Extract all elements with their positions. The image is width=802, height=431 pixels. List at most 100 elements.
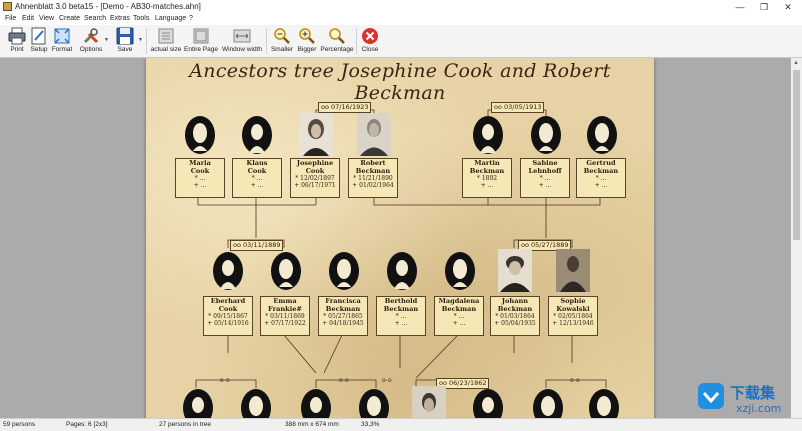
person-first-name: Johann <box>501 297 529 305</box>
options-dropdown-icon[interactable]: ▼ <box>104 37 109 43</box>
person-first-name: Francisca <box>325 297 361 305</box>
male-silhouette-icon <box>213 252 243 290</box>
menu-extras[interactable]: Extras <box>110 15 130 22</box>
marriage-unknown-label: o-o <box>382 377 392 384</box>
person-card[interactable]: Francisca Beckman * 05/27/1865 + 04/18/1… <box>318 296 368 336</box>
vertical-scrollbar[interactable]: ▲ <box>791 58 802 418</box>
menu-edit[interactable]: Edit <box>22 15 34 22</box>
close-icon <box>362 28 378 44</box>
status-bar: 59 persons Pages: 6 [2x3] 27 persons in … <box>0 418 802 431</box>
window-title: Ahnenblatt 3.0 beta15 - [Demo - AB30-mat… <box>15 2 201 11</box>
person-last-name: Kowalski <box>556 305 590 313</box>
person-death: + ... <box>594 182 608 189</box>
marriage-date-label: oo 03/05/1913 <box>491 102 545 113</box>
status-zoom: 33,3% <box>361 421 380 428</box>
menu-tools[interactable]: Tools <box>133 15 149 22</box>
portrait-photo <box>498 249 532 292</box>
person-card[interactable]: Magdalena Beckman * ... + ... <box>434 296 484 336</box>
actual-size-button[interactable]: actual size <box>150 26 182 56</box>
person-card[interactable]: Maria Cook * ... + ... <box>175 158 225 198</box>
person-last-name: Cook <box>190 167 210 175</box>
person-birth: * 02/05/1864 <box>553 313 593 320</box>
watermark-domain: xzji.com <box>736 402 781 415</box>
person-card[interactable]: Sophie Kowalski * 02/05/1864 + 12/13/194… <box>548 296 598 336</box>
person-death: + 05/04/1935 <box>494 320 536 327</box>
portrait-photo <box>556 249 590 292</box>
person-birth: * 12/02/1897 <box>295 175 335 182</box>
close-window-button[interactable]: ✕ <box>778 1 798 13</box>
window-width-button[interactable]: Window width <box>220 26 264 56</box>
smaller-button[interactable]: Smaller <box>270 26 294 56</box>
person-card[interactable]: Eberhard Cook * 09/15/1867 + 05/14/1916 <box>203 296 253 336</box>
person-card[interactable]: Emma Frankie# * 03/11/1869 + 07/17/1922 <box>260 296 310 336</box>
toolbar-separator <box>146 28 147 54</box>
app-icon <box>3 2 12 11</box>
scroll-up-icon[interactable]: ▲ <box>793 60 799 66</box>
portrait-photo <box>299 113 333 156</box>
percentage-button[interactable]: Percentage <box>320 26 354 56</box>
marriage-date-label: oo 03/11/1889 <box>230 240 284 251</box>
menu-language[interactable]: Language <box>155 15 186 22</box>
person-death: + ... <box>394 320 408 327</box>
person-card[interactable]: Johann Beckman * 01/03/1864 + 05/04/1935 <box>490 296 540 336</box>
zoom-percent-icon <box>329 28 345 44</box>
menu-file[interactable]: File <box>5 15 16 22</box>
portrait-photo <box>412 386 446 418</box>
setup-button[interactable]: Setup <box>29 26 49 56</box>
person-last-name: Cook <box>305 167 325 175</box>
person-birth: * ... <box>194 175 206 182</box>
menu-bar: File Edit View Create Search Extras Tool… <box>0 14 802 25</box>
female-silhouette-icon <box>241 389 271 418</box>
format-button[interactable]: Format <box>50 26 74 56</box>
person-card[interactable]: Gertrud Beckman * ... + ... <box>576 158 626 198</box>
options-button[interactable]: Options <box>78 26 104 56</box>
floppy-disk-icon <box>116 27 134 45</box>
bigger-button[interactable]: Bigger <box>296 26 318 56</box>
female-silhouette-icon <box>589 389 619 418</box>
entire-page-button[interactable]: Entire Page <box>184 26 218 56</box>
page-setup-icon <box>31 27 46 45</box>
person-birth: * 05/27/1865 <box>323 313 363 320</box>
menu-create[interactable]: Create <box>59 15 80 22</box>
person-birth: * 01/03/1864 <box>495 313 535 320</box>
person-card[interactable]: Sabine Lehnhoff * ... + ... <box>520 158 570 198</box>
female-silhouette-icon <box>533 389 563 418</box>
maximize-button[interactable]: ❐ <box>754 1 774 13</box>
person-card[interactable]: Klaus Cook * ... + ... <box>232 158 282 198</box>
person-last-name: Beckman <box>583 167 619 175</box>
scrollbar-thumb[interactable] <box>793 70 800 240</box>
menu-view[interactable]: View <box>39 15 54 22</box>
menu-search[interactable]: Search <box>84 15 106 22</box>
person-first-name: Maria <box>189 159 211 167</box>
menu-help[interactable]: ? <box>189 15 193 22</box>
person-card[interactable]: Berthold Beckman * ... + ... <box>376 296 426 336</box>
status-size: 388 mm x 674 mm <box>285 421 339 428</box>
person-card[interactable]: Martin Beckman * 1892 + ... <box>462 158 512 198</box>
person-birth: * ... <box>251 175 263 182</box>
marriage-unknown-label: o-o <box>220 377 230 384</box>
female-silhouette-icon <box>445 252 475 290</box>
person-birth: * ... <box>453 313 465 320</box>
female-silhouette-icon <box>531 116 561 154</box>
status-persons: 59 persons <box>3 421 36 428</box>
person-death: + ... <box>193 182 207 189</box>
print-button[interactable]: Print <box>5 26 29 56</box>
person-death: + ... <box>452 320 466 327</box>
bigger-label: Bigger <box>297 46 317 53</box>
marriage-unknown-label: o-o <box>570 377 580 384</box>
tools-icon <box>83 28 99 44</box>
person-card[interactable]: Josephine Cook * 12/02/1897 + 06/17/1971 <box>290 158 340 198</box>
person-first-name: Eberhard <box>210 297 246 305</box>
close-preview-button[interactable]: Close <box>359 26 381 56</box>
person-birth: * 11/21/1890 <box>353 175 393 182</box>
person-card[interactable]: Robert Beckman * 11/21/1890 + 01/02/1964 <box>348 158 398 198</box>
minimize-button[interactable]: — <box>730 1 750 13</box>
save-dropdown-icon[interactable]: ▼ <box>138 37 143 43</box>
toolbar-separator <box>356 28 357 54</box>
preview-canvas[interactable]: Ancestors tree Josephine Cook and Robert… <box>0 58 802 418</box>
male-silhouette-icon <box>387 252 417 290</box>
person-death: + ... <box>480 182 494 189</box>
save-button[interactable]: Save <box>113 26 137 56</box>
zoom-out-icon <box>274 28 290 44</box>
printer-icon <box>8 27 26 45</box>
